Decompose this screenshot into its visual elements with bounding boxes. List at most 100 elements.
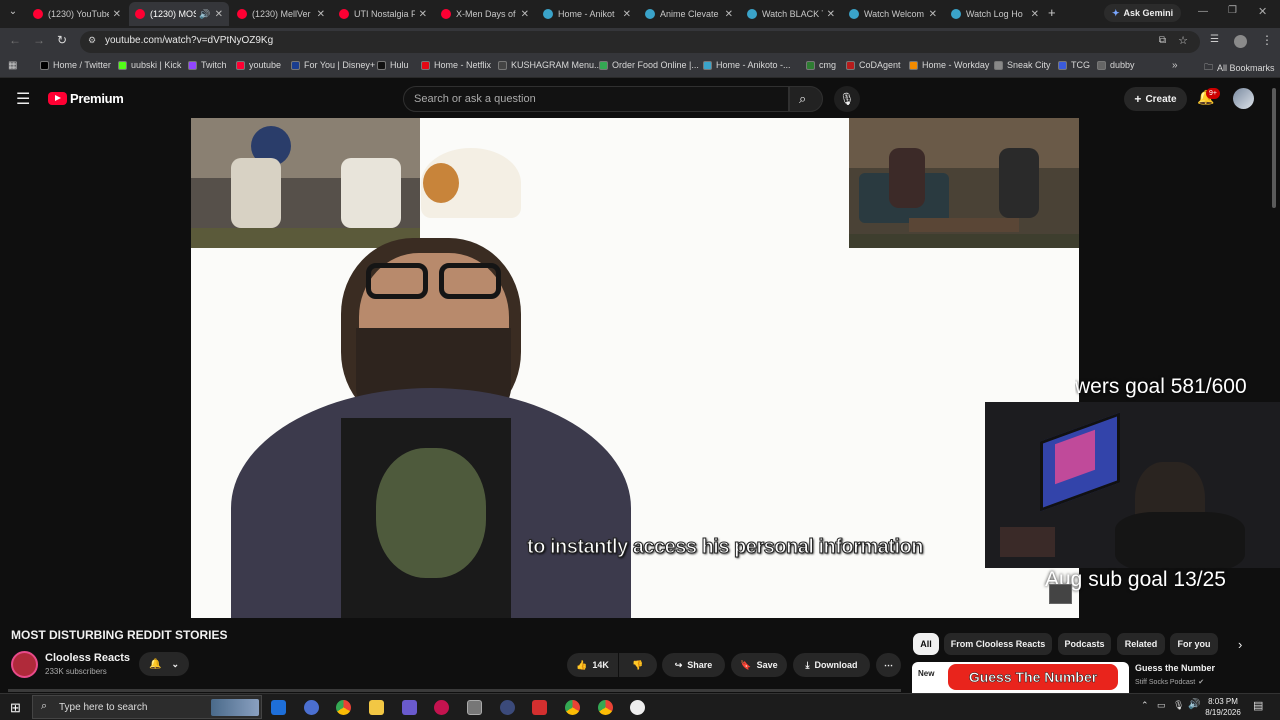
search-input[interactable]: Search or ask a question: [403, 86, 789, 112]
browser-tab[interactable]: (1230) MOST🔊 ✕: [129, 2, 229, 26]
browser-tab[interactable]: Watch Log Ho ✕: [945, 2, 1045, 26]
account-avatar[interactable]: [1233, 88, 1254, 109]
browser-tab[interactable]: Watch Welcom ✕: [843, 2, 943, 26]
recommendation-thumbnail[interactable]: New Guess The Number: [912, 662, 1129, 693]
close-tab-icon[interactable]: ✕: [623, 9, 631, 20]
close-tab-icon[interactable]: ✕: [317, 9, 325, 20]
share-button[interactable]: ↪ Share: [662, 653, 725, 677]
bookmark-item[interactable]: Home - Workday: [909, 60, 989, 70]
taskbar-chrome-icon[interactable]: [336, 700, 351, 715]
browser-tab[interactable]: (1230) MellVer ✕: [231, 2, 331, 26]
filter-chip[interactable]: Podcasts: [1058, 633, 1111, 655]
menu-hamburger-icon[interactable]: ☰: [16, 89, 30, 109]
taskbar-search-input[interactable]: ⌕ Type here to search: [32, 695, 262, 719]
search-button[interactable]: ⌕: [789, 86, 823, 112]
ask-gemini-button[interactable]: ✦ Ask Gemini: [1104, 4, 1182, 22]
close-tab-icon[interactable]: ✕: [215, 9, 223, 20]
filter-chip[interactable]: All: [913, 633, 939, 655]
like-button[interactable]: 👍 14K: [567, 653, 618, 677]
dislike-button[interactable]: 👎: [619, 653, 657, 677]
install-app-icon[interactable]: ⧉: [1159, 35, 1166, 46]
taskbar-clock-app-icon[interactable]: [630, 700, 645, 715]
site-info-icon[interactable]: ⚙: [88, 35, 96, 46]
more-actions-button[interactable]: ⋯: [876, 653, 901, 677]
browser-tab[interactable]: (1230) YouTube ✕: [27, 2, 127, 26]
video-player[interactable]: to instantly access his personal informa…: [191, 118, 1079, 618]
filter-chip[interactable]: For you: [1170, 633, 1218, 655]
bookmark-item[interactable]: KUSHAGRAM Menu...: [498, 60, 602, 70]
all-bookmarks-button[interactable]: 🗀 All Bookmarks: [1204, 60, 1275, 76]
bookmark-item[interactable]: Home - Anikoto -...: [703, 60, 791, 70]
filter-chip[interactable]: From Clooless Reacts: [944, 633, 1052, 655]
bookmark-item[interactable]: Home - Netflix: [421, 60, 491, 70]
taskbar-discord-icon[interactable]: [304, 700, 319, 715]
new-tab-icon[interactable]: +: [1048, 5, 1056, 20]
bookmark-item[interactable]: For You | Disney+: [291, 60, 375, 70]
browser-tab[interactable]: UTI Nostalgia F ✕: [333, 2, 433, 26]
notification-center-icon[interactable]: ▤: [1253, 699, 1263, 712]
browser-menu-icon[interactable]: ⋮: [1261, 33, 1273, 47]
download-button[interactable]: ⤓ Download: [793, 653, 870, 677]
taskbar-app-icon[interactable]: [271, 700, 286, 715]
taskbar-game-icon[interactable]: [402, 700, 417, 715]
reading-list-icon[interactable]: ☰: [1210, 34, 1219, 45]
reload-icon[interactable]: ↻: [57, 33, 67, 47]
windows-start-icon[interactable]: ⊞: [10, 700, 21, 716]
close-tab-icon[interactable]: ✕: [521, 9, 529, 20]
recommendation-title[interactable]: Guess the Number: [1135, 663, 1215, 673]
close-tab-icon[interactable]: ✕: [827, 9, 835, 20]
close-window-icon[interactable]: ✕: [1258, 5, 1267, 18]
channel-name[interactable]: Clooless Reacts: [45, 652, 130, 664]
filter-chip[interactable]: Related: [1117, 633, 1165, 655]
page-scrollbar[interactable]: [1272, 88, 1276, 208]
close-tab-icon[interactable]: ✕: [929, 9, 937, 20]
taskbar-chrome-icon-2[interactable]: [565, 700, 580, 715]
bookmark-item[interactable]: Sneak City: [994, 60, 1051, 70]
taskbar-clock[interactable]: 8:03 PM 8/19/2026: [1203, 696, 1243, 718]
create-button[interactable]: + Create: [1124, 87, 1187, 111]
tab-search-icon[interactable]: ⌄: [6, 6, 20, 20]
bookmark-item[interactable]: CoDAgent: [846, 60, 901, 70]
browser-tab[interactable]: Anime Clevate ✕: [639, 2, 739, 26]
taskbar-media-icon[interactable]: [434, 700, 449, 715]
volume-icon[interactable]: 🔊: [1188, 699, 1200, 710]
bookmark-item[interactable]: Twitch: [188, 60, 227, 70]
forward-icon[interactable]: →: [33, 33, 45, 47]
minimize-icon[interactable]: —: [1198, 6, 1208, 17]
bookmark-item[interactable]: dubby: [1097, 60, 1135, 70]
tab-audio-icon[interactable]: 🔊: [199, 9, 210, 20]
tray-chevron-icon[interactable]: ⌃: [1141, 700, 1149, 711]
browser-tab[interactable]: X-Men Days of ✕: [435, 2, 535, 26]
browser-tab[interactable]: Watch BLACK T ✕: [741, 2, 841, 26]
close-tab-icon[interactable]: ✕: [419, 9, 427, 20]
bookmark-item[interactable]: TCG: [1058, 60, 1090, 70]
taskbar-obs-icon[interactable]: [467, 700, 482, 715]
mic-tray-icon[interactable]: 🎙: [1173, 700, 1184, 711]
taskbar-pdf-icon[interactable]: [532, 700, 547, 715]
profile-avatar-icon[interactable]: [1234, 35, 1247, 48]
bookmark-star-icon[interactable]: ☆: [1178, 34, 1188, 47]
channel-avatar[interactable]: [11, 651, 38, 678]
taskbar-steam-icon[interactable]: [500, 700, 515, 715]
browser-tab[interactable]: Home - Anikot ✕: [537, 2, 637, 26]
more-bookmarks-icon[interactable]: »: [1172, 60, 1178, 71]
taskbar-file-explorer-icon[interactable]: [369, 700, 384, 715]
subscription-bell-button[interactable]: 🔔 ⌄: [139, 652, 189, 676]
apps-grid-icon[interactable]: ▦: [8, 60, 17, 71]
network-icon[interactable]: ▭: [1157, 700, 1166, 711]
back-icon[interactable]: ←: [9, 33, 21, 47]
address-bar[interactable]: ⚙ youtube.com/watch?v=dVPtNyOZ9Kg ⧉ ☆: [80, 31, 1200, 53]
close-tab-icon[interactable]: ✕: [1031, 9, 1039, 20]
youtube-logo[interactable]: Premium: [48, 91, 124, 106]
save-button[interactable]: 🔖 Save: [731, 653, 787, 677]
chips-next-icon[interactable]: ›: [1238, 637, 1242, 652]
bookmark-item[interactable]: Home / Twitter: [40, 60, 111, 70]
taskbar-chrome-icon-3[interactable]: [598, 700, 613, 715]
close-tab-icon[interactable]: ✕: [113, 9, 121, 20]
bookmark-item[interactable]: Hulu: [377, 60, 409, 70]
bookmark-item[interactable]: cmg: [806, 60, 836, 70]
bookmark-item[interactable]: uubski | Kick: [118, 60, 181, 70]
bookmark-item[interactable]: youtube: [236, 60, 281, 70]
voice-search-button[interactable]: 🎙: [834, 86, 860, 112]
maximize-icon[interactable]: ❐: [1228, 5, 1237, 16]
